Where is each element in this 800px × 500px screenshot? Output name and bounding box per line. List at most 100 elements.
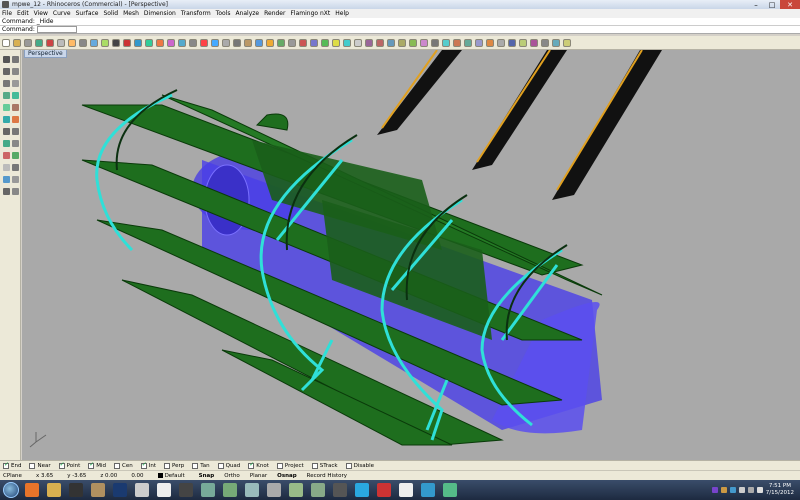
app-taskbar-icon[interactable] [399,483,413,497]
osnap-checkbox[interactable] [3,461,9,469]
toolbar-button-icon[interactable] [563,38,571,47]
toolbar-button-icon[interactable] [464,38,472,47]
rhino-taskbar-icon[interactable] [179,483,193,497]
osnap-checkbox[interactable] [140,461,147,469]
toolbar-button-icon[interactable] [475,38,483,47]
toolbar-button-icon[interactable] [2,38,10,47]
toolbar-button-icon[interactable] [453,38,461,47]
osnap-perp[interactable]: Perp [164,462,184,469]
app-taskbar-icon[interactable] [311,483,325,497]
menu-help[interactable]: Help [335,10,349,17]
toolbar-button-icon[interactable] [123,38,131,47]
tray-icon[interactable] [711,487,718,493]
toolbar-button-icon[interactable] [200,38,208,47]
app-taskbar-icon[interactable] [443,483,457,497]
app-taskbar-icon[interactable] [223,483,237,497]
toolbar-button-icon[interactable] [530,38,538,47]
app-taskbar-icon[interactable] [377,483,391,497]
close-button[interactable]: ✕ [780,0,800,9]
osnap-cen[interactable]: Cen [114,462,133,469]
toolbar-button-icon[interactable] [145,38,153,47]
toolbar-button-icon[interactable] [541,38,549,47]
toolbar-button-icon[interactable] [189,38,197,47]
point-icon[interactable] [12,176,19,183]
app-taskbar-icon[interactable] [289,483,303,497]
arc-icon[interactable] [12,80,19,87]
osnap-project[interactable]: Project [276,462,304,469]
record-history-pane[interactable]: Record History [307,473,347,479]
point-icon[interactable] [12,56,19,63]
toolbar-button-icon[interactable] [321,38,329,47]
curve-icon[interactable] [12,92,19,99]
osnap-checkbox[interactable] [88,461,94,469]
line-icon[interactable] [3,188,10,195]
layer-indicator[interactable]: Default [157,472,185,479]
toolbar-button-icon[interactable] [398,38,406,47]
osnap-strack[interactable]: STrack [311,462,338,469]
osnap-mid[interactable]: Mid [88,461,106,469]
osnap-quad[interactable]: Quad [217,462,240,469]
toolbar-button-icon[interactable] [442,38,450,47]
toolbar-button-icon[interactable] [134,38,142,47]
menu-tools[interactable]: Tools [216,10,231,17]
toolbar-button-icon[interactable] [508,38,516,47]
toolbar-button-icon[interactable] [24,38,32,47]
menu-analyze[interactable]: Analyze [235,10,259,17]
toolbar-button-icon[interactable] [332,38,340,47]
menu-view[interactable]: View [34,10,48,17]
menu-flamingo[interactable]: Flamingo nXt [290,10,330,17]
rectangle-icon[interactable] [12,188,19,195]
tray-icon[interactable] [738,487,745,493]
toolbar-button-icon[interactable] [288,38,296,47]
polygon-icon[interactable] [3,92,10,99]
toolbar-button-icon[interactable] [365,38,373,47]
menu-edit[interactable]: Edit [17,10,29,17]
move-icon[interactable] [12,128,19,135]
toolbar-button-icon[interactable] [497,38,505,47]
osnap-checkbox[interactable] [276,462,283,469]
viewport-canvas[interactable] [22,50,800,460]
toolbar-button-icon[interactable] [35,38,43,47]
toolbar-button-icon[interactable] [178,38,186,47]
osnap-end[interactable]: End [3,461,21,469]
snap-pane[interactable]: Snap [199,473,215,479]
fillet-icon[interactable] [12,116,19,123]
app-taskbar-icon[interactable] [267,483,281,497]
toolbar-button-icon[interactable] [222,38,230,47]
select-arrow-icon[interactable] [3,176,10,183]
toolbar-button-icon[interactable] [233,38,241,47]
osnap-point[interactable]: Point [58,461,80,469]
osnap-checkbox[interactable] [58,461,65,469]
app-taskbar-icon[interactable] [91,483,105,497]
menu-mesh[interactable]: Mesh [123,10,139,17]
osnap-checkbox[interactable] [114,462,121,469]
start-button[interactable] [3,482,19,498]
toolbar-button-icon[interactable] [343,38,351,47]
toolbar-button-icon[interactable] [167,38,175,47]
app-taskbar-icon[interactable] [421,483,435,497]
toolbar-button-icon[interactable] [387,38,395,47]
perspective-viewport[interactable]: Perspective [22,50,800,460]
scale-icon[interactable] [3,152,10,159]
osnap-checkbox[interactable] [345,462,352,469]
media-player-taskbar-icon[interactable] [69,483,83,497]
osnap-checkbox[interactable] [29,462,36,469]
menu-file[interactable]: File [2,10,12,17]
maximize-button[interactable]: □ [764,0,780,9]
toolbar-button-icon[interactable] [90,38,98,47]
minimize-button[interactable]: – [748,0,764,9]
extrude-icon[interactable] [3,116,10,123]
copy-icon[interactable] [3,140,10,147]
ortho-pane[interactable]: Ortho [224,473,240,479]
zoom-icon[interactable] [12,164,19,171]
toolbar-button-icon[interactable] [431,38,439,47]
network-icon[interactable] [747,487,754,493]
text-icon[interactable] [3,164,10,171]
volume-icon[interactable] [756,487,763,493]
osnap-checkbox[interactable] [192,462,199,469]
rectangle-icon[interactable] [12,68,19,75]
toolbar-button-icon[interactable] [79,38,87,47]
toolbar-button-icon[interactable] [255,38,263,47]
viewport-tab-perspective[interactable]: Perspective [24,50,67,58]
osnap-checkbox[interactable] [217,462,224,469]
